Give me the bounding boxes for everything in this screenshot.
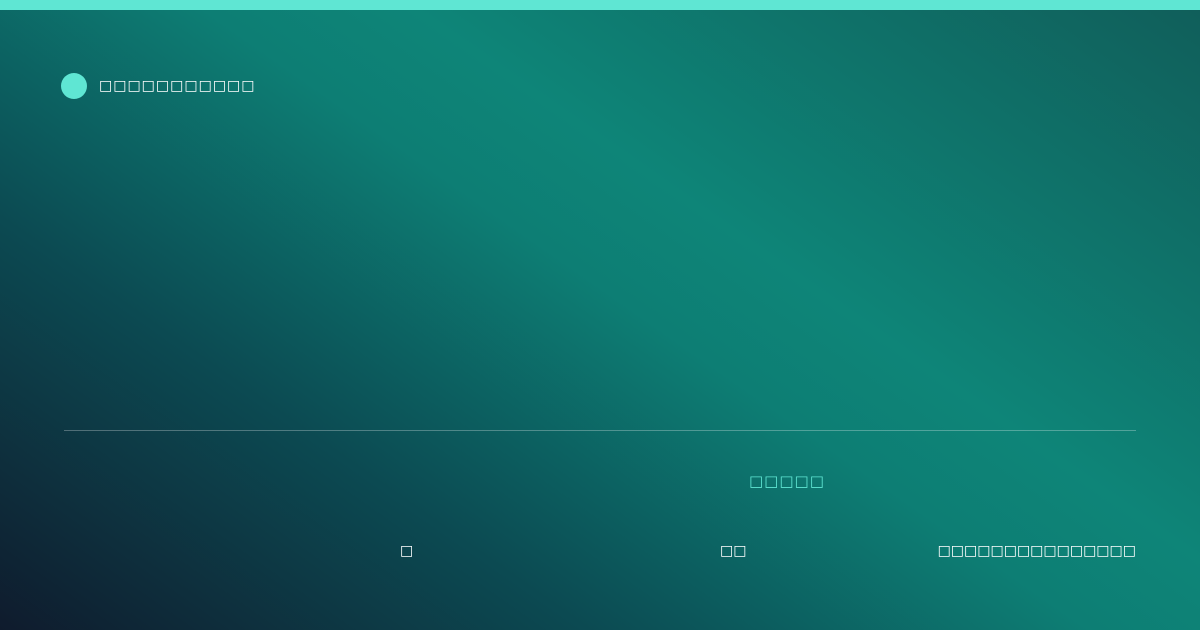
- social-card: □□□□□□□□□□□ □□□□□ □ □□ □□□□□□□□□□□□□□□: [0, 0, 1200, 630]
- top-accent-bar: [0, 0, 1200, 10]
- divider: [64, 430, 1136, 431]
- footer-item-3: □□□□□□□□□□□□□□□: [937, 543, 1136, 559]
- tagline: □□□□□: [749, 472, 825, 490]
- footer-item-1: □: [400, 543, 414, 559]
- footer-item-2: □□: [720, 543, 747, 559]
- circle-logo-icon: [61, 73, 87, 99]
- brand: □□□□□□□□□□□: [61, 73, 256, 99]
- brand-name: □□□□□□□□□□□: [99, 78, 256, 94]
